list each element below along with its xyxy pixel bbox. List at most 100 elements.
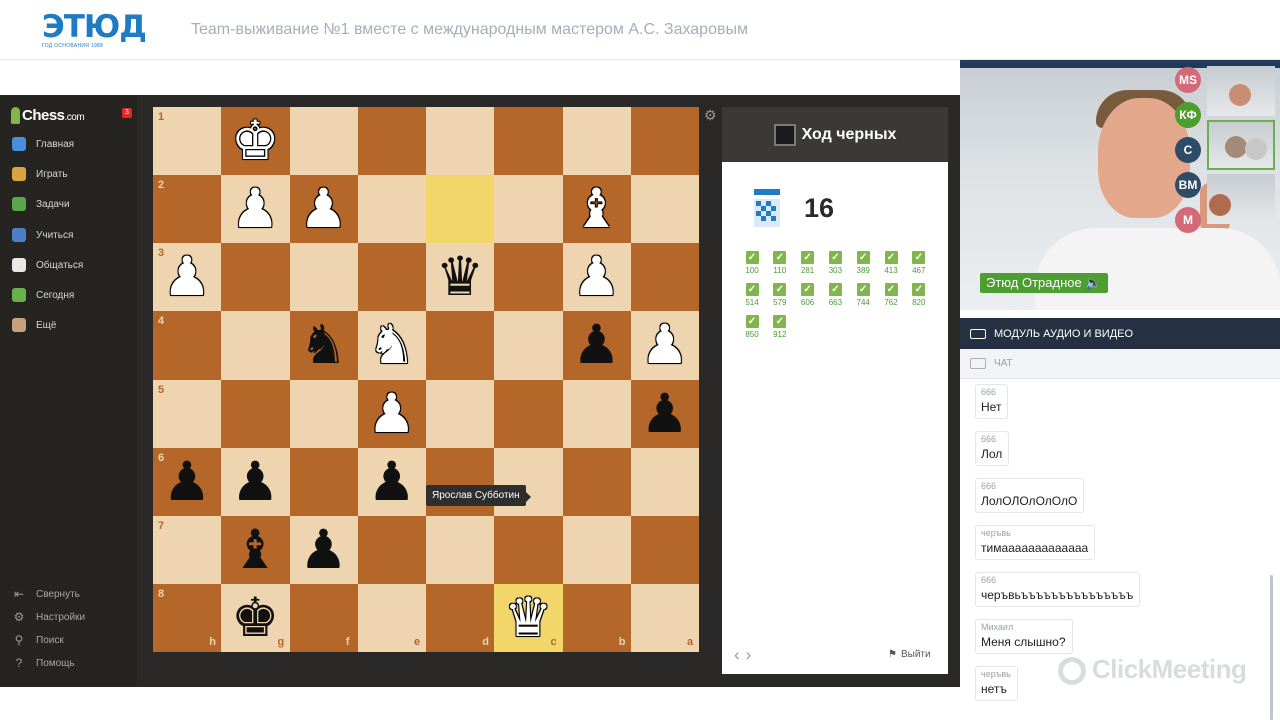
board-square[interactable] [357,175,426,244]
solved-puzzle[interactable]: ✓ 110 [766,251,794,275]
black-pawn-icon[interactable]: ♟ [631,380,699,448]
participant-avatar[interactable]: М [1175,207,1201,233]
black-knight-icon[interactable]: ♞ [290,311,358,379]
white-pawn-icon[interactable]: ♟ [221,175,289,243]
chess-board[interactable]: 1 2 3 4 5 6 7 8 h g f e d c b a ♚ ♟ ♟ ♝ ♟ ♛ ♟ ♞ ♞ ♟ ♟ ♟ ♟ ♟ ♟ ♟ ♝ ♟ ♚ ♛ [153,107,699,652]
white-queen-icon[interactable]: ♛ [494,584,562,652]
black-bishop-icon[interactable]: ♝ [221,516,289,584]
av-module-label: МОДУЛЬ АУДИО И ВИДЕО [994,327,1134,340]
chesscom-logo[interactable]: Chess.com [11,105,85,125]
board-square[interactable] [630,515,699,584]
move-navigation[interactable]: ‹› [734,645,757,665]
black-pawn-icon[interactable]: ♟ [153,448,221,516]
solved-puzzle[interactable]: ✓ 850 [738,315,766,339]
board-square[interactable] [562,107,631,176]
board-square[interactable] [357,243,426,312]
board-square[interactable] [357,515,426,584]
board-square[interactable] [426,379,495,448]
board-square[interactable] [426,311,495,380]
notification-badge[interactable]: 3 [122,108,132,118]
solved-puzzle[interactable]: ✓ 606 [794,283,822,307]
chat-header[interactable]: ЧАТ [960,349,1280,379]
sidebar-item-play[interactable]: Играть [12,165,68,183]
exit-button[interactable]: ⚑ Выйти [888,649,931,660]
participant-avatar[interactable]: С [1175,137,1201,163]
board-square[interactable] [562,379,631,448]
sidebar-item-learn[interactable]: Учиться [12,226,73,244]
sidebar-item-puzzle[interactable]: Задачи [12,195,70,213]
black-queen-icon[interactable]: ♛ [426,243,494,311]
board-square[interactable] [426,515,495,584]
solved-puzzle[interactable]: ✓ 413 [877,251,905,275]
participant-avatar[interactable]: MS [1175,67,1201,93]
board-square[interactable] [426,175,495,244]
chevron-left-icon[interactable]: ‹ [734,645,746,664]
solved-puzzle[interactable]: ✓ 281 [794,251,822,275]
board-square[interactable] [562,447,631,516]
board-square[interactable] [494,243,563,312]
solved-puzzle[interactable]: ✓ 579 [766,283,794,307]
white-pawn-icon[interactable]: ♟ [358,380,426,448]
sidebar-item-help[interactable]: ? Помощь [12,655,75,671]
solved-puzzle[interactable]: ✓ 303 [821,251,849,275]
board-square[interactable] [494,107,563,176]
board-square[interactable] [630,107,699,176]
sidebar-item-home[interactable]: Главная [12,135,74,153]
sidebar-item-social[interactable]: Общаться [12,256,83,274]
solved-puzzle[interactable]: ✓ 389 [849,251,877,275]
solved-puzzle[interactable]: ✓ 744 [849,283,877,307]
black-pawn-icon[interactable]: ♟ [358,448,426,516]
white-knight-icon[interactable]: ♞ [358,311,426,379]
board-square[interactable] [221,311,290,380]
white-bishop-icon[interactable]: ♝ [563,175,631,243]
board-square[interactable] [494,311,563,380]
sidebar-item-today[interactable]: Сегодня [12,286,74,304]
board-square[interactable] [221,243,290,312]
board-square[interactable] [494,379,563,448]
board-square[interactable] [289,243,358,312]
board-square[interactable] [562,515,631,584]
sidebar-item-settings[interactable]: ⚙ Настройки [12,609,85,625]
white-king-icon[interactable]: ♚ [221,107,289,175]
board-square[interactable] [630,243,699,312]
participant-thumbnail[interactable] [1207,174,1275,224]
black-pawn-icon[interactable]: ♟ [563,311,631,379]
board-square[interactable] [630,447,699,516]
etud-logo[interactable]: ЭТЮД ГОД ОСНОВАНИЯ 1988 [42,12,147,50]
white-pawn-icon[interactable]: ♟ [631,311,699,379]
solved-puzzle[interactable]: ✓ 762 [877,283,905,307]
solved-puzzle[interactable]: ✓ 663 [821,283,849,307]
solved-puzzle[interactable]: ✓ 912 [766,315,794,339]
board-settings-icon[interactable]: ⚙ [704,107,717,124]
chevron-right-icon[interactable]: › [746,645,758,664]
board-square[interactable] [221,379,290,448]
board-square[interactable] [289,379,358,448]
solved-puzzle[interactable]: ✓ 820 [905,283,933,307]
participant-thumbnail[interactable] [1207,120,1275,170]
board-square[interactable] [426,107,495,176]
sidebar-item-collapse[interactable]: ⇤ Свернуть [12,586,80,602]
board-square[interactable] [289,107,358,176]
file-label: e [414,636,421,648]
board-square[interactable] [494,175,563,244]
participant-thumbnail[interactable] [1207,66,1275,116]
black-king-icon[interactable]: ♚ [221,584,289,652]
board-square[interactable] [630,175,699,244]
white-pawn-icon[interactable]: ♟ [563,243,631,311]
board-square[interactable] [357,107,426,176]
solved-puzzle[interactable]: ✓ 100 [738,251,766,275]
av-module-bar[interactable]: МОДУЛЬ АУДИО И ВИДЕО [960,318,1280,349]
solved-puzzle[interactable]: ✓ 514 [738,283,766,307]
sidebar-item-search[interactable]: ⚲ Поиск [12,632,64,648]
board-square[interactable] [289,447,358,516]
participant-avatar[interactable]: ВМ [1175,172,1201,198]
white-pawn-icon[interactable]: ♟ [290,175,358,243]
black-pawn-icon[interactable]: ♟ [290,516,358,584]
sidebar-item-more[interactable]: Ещё [12,316,56,334]
black-pawn-icon[interactable]: ♟ [221,448,289,516]
chat-scrollbar[interactable] [1270,575,1273,720]
participant-avatar[interactable]: КФ [1175,102,1201,128]
white-pawn-icon[interactable]: ♟ [153,243,221,311]
solved-puzzle[interactable]: ✓ 467 [905,251,933,275]
board-square[interactable] [494,515,563,584]
